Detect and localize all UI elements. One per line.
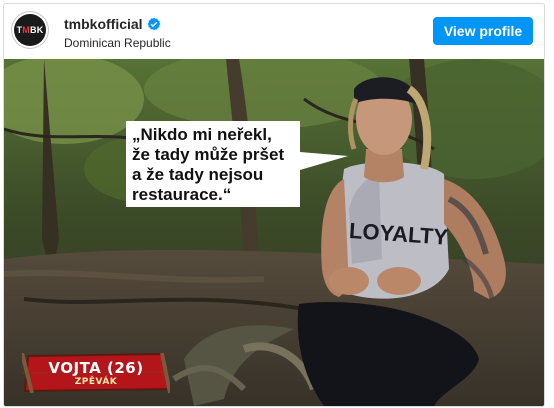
username-row: tmbkofficial	[64, 16, 161, 32]
quote-line: a že tady nejsou	[132, 165, 264, 184]
username-link[interactable]: tmbkofficial	[64, 16, 143, 32]
quote-line: „Nikdo mi neřekl,	[132, 125, 272, 144]
location-link[interactable]: Dominican Republic	[64, 36, 171, 50]
quote-line: restaurace.“	[132, 185, 232, 204]
post-photo[interactable]: LOYALTY „Nikdo mi neřekl, že tady může p…	[4, 59, 544, 406]
speech-bubble-tail	[300, 152, 348, 170]
avatar-logo-text: TMBK	[16, 25, 44, 35]
quote-line: že tady může pršet	[132, 145, 285, 164]
quote-caption: „Nikdo mi neřekl, že tady může pršet a ž…	[126, 121, 300, 207]
contestant-name: VOJTA (26)	[48, 359, 144, 377]
post-header: TMBK tmbkofficial Dominican Republic Vie…	[4, 4, 544, 59]
view-profile-button[interactable]: View profile	[433, 17, 533, 45]
instagram-embed-card: TMBK tmbkofficial Dominican Republic Vie…	[3, 3, 545, 407]
contestant-nameplate: VOJTA (26) ZPĚVÁK	[22, 353, 170, 393]
verified-badge-icon	[147, 17, 160, 31]
profile-avatar[interactable]: TMBK	[14, 14, 46, 46]
contestant-role: ZPĚVÁK	[74, 377, 118, 387]
